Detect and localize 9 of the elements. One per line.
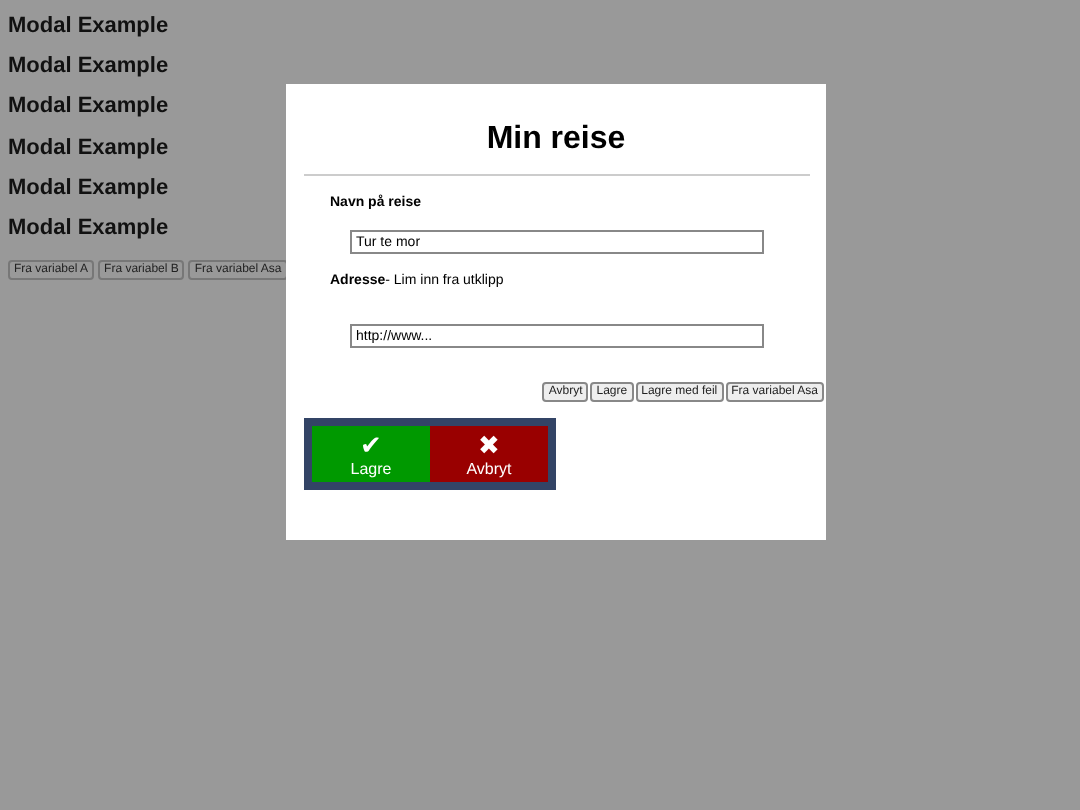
save-button[interactable]: ✔ Lagre: [312, 426, 430, 482]
page-heading: Modal Example: [8, 135, 169, 164]
page-heading: Modal Example: [8, 175, 169, 204]
modal-title: Min reise: [484, 122, 628, 160]
page-heading: Modal Example: [8, 14, 169, 42]
cancel-button[interactable]: ✖ Avbryt: [430, 426, 548, 482]
page-heading: Modal Example: [8, 54, 169, 83]
page-heading: Modal Example: [8, 215, 169, 244]
page-heading: Modal Example: [8, 94, 169, 123]
